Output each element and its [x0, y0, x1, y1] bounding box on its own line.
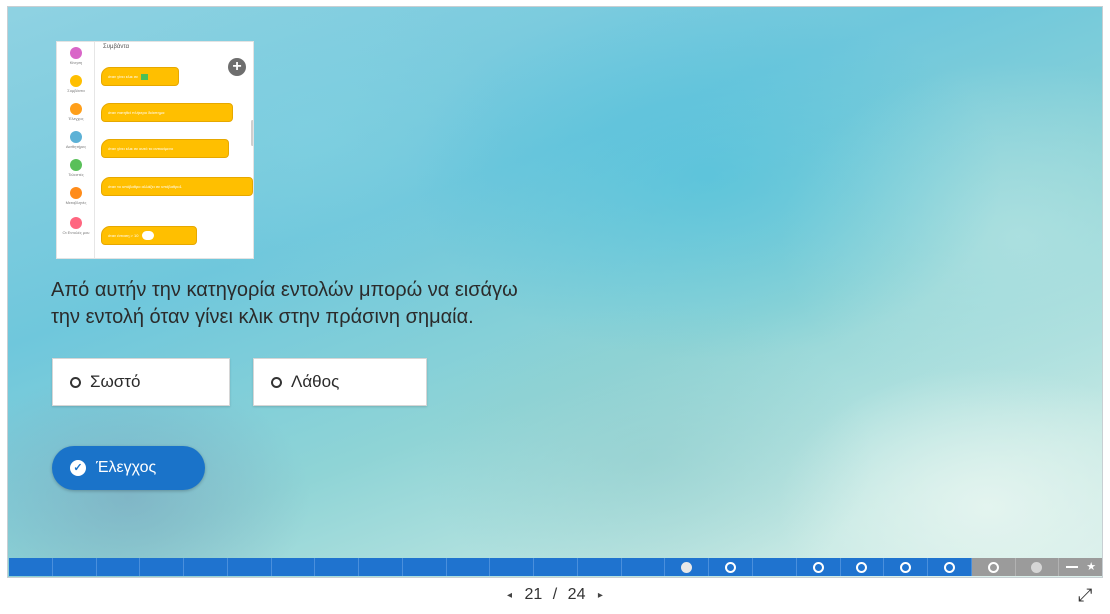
- category-label: Μεταβλητές: [65, 200, 87, 205]
- option-false[interactable]: Λάθος: [253, 358, 427, 406]
- progress-segment[interactable]: [402, 558, 447, 576]
- radio-circle-icon[interactable]: [70, 376, 81, 388]
- dash-icon: [1066, 566, 1079, 568]
- progress-segment[interactable]: [96, 558, 141, 576]
- category-operators: Τελεστές: [57, 159, 95, 177]
- star-icon: ★: [1086, 561, 1097, 573]
- category-dot-icon: [70, 75, 82, 87]
- progress-segment[interactable]: [577, 558, 622, 576]
- check-button-label: Έλεγχος: [96, 459, 157, 476]
- progress-marker-icon: [812, 561, 824, 573]
- progress-marker-icon: [943, 561, 955, 573]
- block-label: όταν το υπόβαθρο αλλάξει σε υπόβαθρο1: [108, 184, 182, 189]
- block-label: όταν πατηθεί πλήκτρο διάστημα: [108, 110, 165, 115]
- progress-segment[interactable]: [709, 558, 754, 576]
- block-when-sprite-clicked: όταν γίνει κλικ σε αυτό το αντικείμενο: [101, 139, 229, 158]
- progress-segment[interactable]: [534, 558, 578, 576]
- progress-segment-summary[interactable]: ★: [1059, 558, 1102, 576]
- category-label: Κίνηση: [69, 60, 83, 65]
- category-sensing: Αισθητήρες: [57, 131, 95, 149]
- question-text: Από αυτήν την κατηγορία εντολών μπορώ να…: [51, 277, 631, 331]
- progress-marker-icon: [725, 561, 737, 573]
- block-label: όταν ένταση > 10: [108, 233, 139, 238]
- category-dot-icon: [70, 131, 82, 143]
- progress-segment[interactable]: [796, 558, 841, 576]
- progress-segment-remaining[interactable]: [971, 558, 1016, 576]
- total-slides-number: 24: [567, 586, 586, 603]
- progress-bar[interactable]: ★: [9, 558, 1102, 576]
- category-dot-icon: [70, 187, 82, 199]
- category-dot-icon: [70, 103, 82, 115]
- palette-scrollbar: [251, 120, 253, 146]
- progress-marker-icon: [987, 561, 999, 573]
- slide-navigation: ◂ 21 / 24 ▸: [0, 586, 1110, 604]
- category-label: Έλεγχος: [68, 116, 84, 121]
- progress-marker-icon: [900, 561, 912, 573]
- progress-segment[interactable]: [184, 558, 228, 576]
- category-motion: Κίνηση: [57, 47, 95, 65]
- progress-segment[interactable]: [884, 558, 929, 576]
- check-circle-icon: ✓: [70, 460, 86, 476]
- category-dot-icon: [70, 47, 82, 59]
- progress-segment[interactable]: [315, 558, 360, 576]
- check-button[interactable]: ✓ Έλεγχος: [52, 446, 205, 490]
- category-label: Τελεστές: [68, 172, 84, 177]
- palette-title: Συμβάντα: [103, 44, 130, 50]
- green-flag-icon: [141, 73, 149, 80]
- category-my-blocks: Οι Εντολές μου: [57, 217, 95, 235]
- question-line-1: Από αυτήν την κατηγορία εντολών μπορώ να…: [51, 279, 518, 301]
- category-label: Οι Εντολές μου: [62, 230, 90, 235]
- progress-segment[interactable]: [359, 558, 403, 576]
- option-true-label: Σωστό: [90, 372, 141, 391]
- scratch-blocks-image: Κίνηση Συμβάντα Έλεγχος Αισθητήρες Τελεσ…: [56, 41, 254, 259]
- progress-segment-remaining[interactable]: [1015, 558, 1060, 576]
- category-variables: Μεταβλητές: [57, 187, 95, 205]
- progress-marker-filled-icon: [1031, 561, 1043, 573]
- category-label: Αισθητήρες: [65, 144, 87, 149]
- current-slide-number: 21: [524, 586, 543, 603]
- progress-segment[interactable]: [490, 558, 535, 576]
- progress-marker-icon: [856, 561, 868, 573]
- category-sidebar: Κίνηση Συμβάντα Έλεγχος Αισθητήρες Τελεσ…: [57, 42, 95, 258]
- progress-segment[interactable]: [840, 558, 885, 576]
- progress-segment-current[interactable]: [665, 558, 710, 576]
- progress-segment[interactable]: [753, 558, 797, 576]
- block-label: όταν γίνει κλικ σε αυτό το αντικείμενο: [108, 146, 174, 151]
- progress-segment[interactable]: [446, 558, 491, 576]
- block-label: όταν γίνει κλικ σε: [108, 74, 139, 79]
- block-when-key-pressed: όταν πατηθεί πλήκτρο διάστημα: [101, 103, 233, 122]
- progress-segment[interactable]: [227, 558, 272, 576]
- fullscreen-icon[interactable]: ⤢: [1078, 585, 1092, 606]
- category-dot-icon: [70, 217, 82, 229]
- previous-slide-icon[interactable]: ◂: [507, 590, 512, 601]
- option-true[interactable]: Σωστό: [52, 358, 230, 406]
- category-control: Έλεγχος: [57, 103, 95, 121]
- progress-segment[interactable]: [928, 558, 972, 576]
- progress-segment[interactable]: [9, 558, 53, 576]
- block-when-loudness: όταν ένταση > 10: [101, 226, 197, 245]
- category-dot-icon: [70, 159, 82, 171]
- progress-segment[interactable]: [621, 558, 666, 576]
- progress-segment[interactable]: [271, 558, 316, 576]
- category-events: Συμβάντα: [57, 75, 95, 93]
- next-slide-icon[interactable]: ▸: [598, 590, 603, 601]
- progress-segment[interactable]: [52, 558, 97, 576]
- block-when-flag-clicked: όταν γίνει κλικ σε: [101, 67, 179, 86]
- value-bubble: [142, 231, 155, 241]
- progress-segment[interactable]: [140, 558, 185, 576]
- category-label: Συμβάντα: [67, 88, 85, 93]
- block-when-backdrop-switches: όταν το υπόβαθρο αλλάξει σε υπόβαθρο1: [101, 177, 253, 196]
- progress-marker-filled-icon: [681, 561, 693, 573]
- slide-frame: Κίνηση Συμβάντα Έλεγχος Αισθητήρες Τελεσ…: [7, 6, 1103, 578]
- radio-circle-icon[interactable]: [271, 376, 282, 388]
- add-extension-icon: +: [228, 58, 246, 76]
- slide-separator: /: [552, 586, 558, 603]
- option-false-label: Λάθος: [291, 372, 340, 391]
- question-line-2: την εντολή όταν γίνει κλικ στην πράσινη …: [51, 306, 474, 328]
